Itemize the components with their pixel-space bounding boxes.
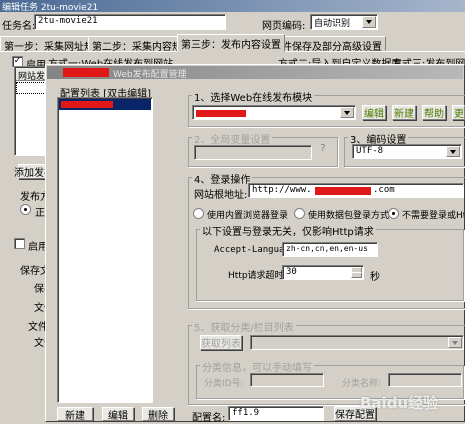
section1-title: 1、选择Web在线发布模块 (192, 89, 315, 104)
redacted-block (61, 101, 113, 108)
normal-radio[interactable] (20, 204, 31, 215)
section4-title: 4、登录操作 (192, 171, 253, 186)
redacted-block (196, 110, 246, 117)
help-question-icon: ? (320, 143, 326, 154)
dialog-title-bar: Web发布配置管理 (47, 66, 463, 80)
timeout-label: Http请求超时 (228, 271, 284, 281)
timeout-input[interactable]: 30 (282, 265, 364, 280)
new-config-button[interactable]: 新建 (57, 407, 93, 422)
module-edit-button[interactable]: 编辑 (362, 105, 386, 120)
site-url-label: 网站根地址: (194, 190, 248, 201)
category-select (250, 335, 464, 350)
main-title-bar: 编辑任务 2tu-movie21 (0, 0, 465, 13)
category-id-label: 分类ID号: (204, 379, 244, 389)
list-item[interactable] (16, 82, 46, 94)
redacted-block (315, 187, 371, 195)
encoding-label: 网页编码: (262, 21, 306, 32)
task-name-input[interactable]: 2tu-movie21 (34, 14, 226, 30)
global-var-input (194, 145, 312, 160)
radio-no-login[interactable] (388, 208, 399, 219)
module-new-button[interactable]: 新建 (392, 105, 416, 120)
encoding-select[interactable]: 自动识别 (310, 14, 378, 30)
module-more-button[interactable]: 更 (452, 105, 465, 120)
chevron-down-icon (446, 146, 460, 157)
web-publish-config-dialog: Web发布配置管理 配置列表 [双击编辑] 新建 编辑 删除 1、选择Web在线… (45, 64, 465, 424)
main-title: 编辑任务 2tu-movie21 (2, 3, 99, 13)
task-name-label: 任务名: (2, 21, 36, 32)
category-name-input (388, 373, 462, 387)
tab-file-save[interactable]: 文件保存及部分高级设置 (268, 36, 386, 53)
section2-title: 2、全局变量设置 (192, 131, 273, 146)
http-settings-title: 以下设置与登录无关，仅影响Http请求 (200, 223, 376, 238)
radio-builtin-label: 使用内置浏览器登录 (207, 211, 289, 221)
edit-config-button[interactable]: 编辑 (102, 407, 134, 422)
encoding-setting-select[interactable]: UTF-8 (352, 144, 462, 159)
delete-config-button[interactable]: 删除 (142, 407, 174, 422)
config-name-input[interactable]: ff1.9 (228, 406, 324, 421)
config-list[interactable] (57, 97, 153, 403)
site-url-input[interactable]: http://www. .com (248, 183, 464, 198)
radio-builtin-browser[interactable] (193, 208, 204, 219)
category-id-input (250, 373, 324, 387)
module-help-button[interactable]: 帮助 (422, 105, 446, 120)
website-list[interactable]: 网站发布 (14, 66, 54, 156)
tab-step3[interactable]: 第三步：发布内容设置 (177, 34, 285, 52)
spinner-down-icon[interactable] (351, 272, 362, 278)
category-name-label: 分类名称: (342, 379, 382, 389)
list-item-selected[interactable] (59, 99, 151, 110)
chevron-down-icon (362, 16, 376, 28)
radio-no-login-label: 不需要登录或Http请 (402, 211, 464, 221)
radio-packet-label: 使用数据包登录方式 (308, 211, 390, 221)
radio-packet-login[interactable] (294, 208, 305, 219)
timeout-unit: 秒 (370, 272, 380, 283)
module-select[interactable] (192, 105, 356, 120)
watermark: Baidu经验 (360, 394, 439, 412)
dialog-title: Web发布配置管理 (113, 70, 187, 80)
chevron-down-icon (340, 107, 354, 118)
fetch-list-button[interactable]: 获取列表 (200, 335, 242, 350)
section5-title: 5、获取分类/栏目列表 (192, 319, 296, 334)
accept-language-input[interactable]: zh-cn,cn,en,en-us (282, 242, 378, 257)
category-info-title: 分类信息，可以手动填写 (200, 359, 314, 374)
website-col-header: 网站发布 (16, 68, 54, 82)
chevron-down-icon (448, 337, 462, 348)
enable2-checkbox[interactable] (14, 238, 25, 249)
redacted-block (63, 68, 109, 77)
